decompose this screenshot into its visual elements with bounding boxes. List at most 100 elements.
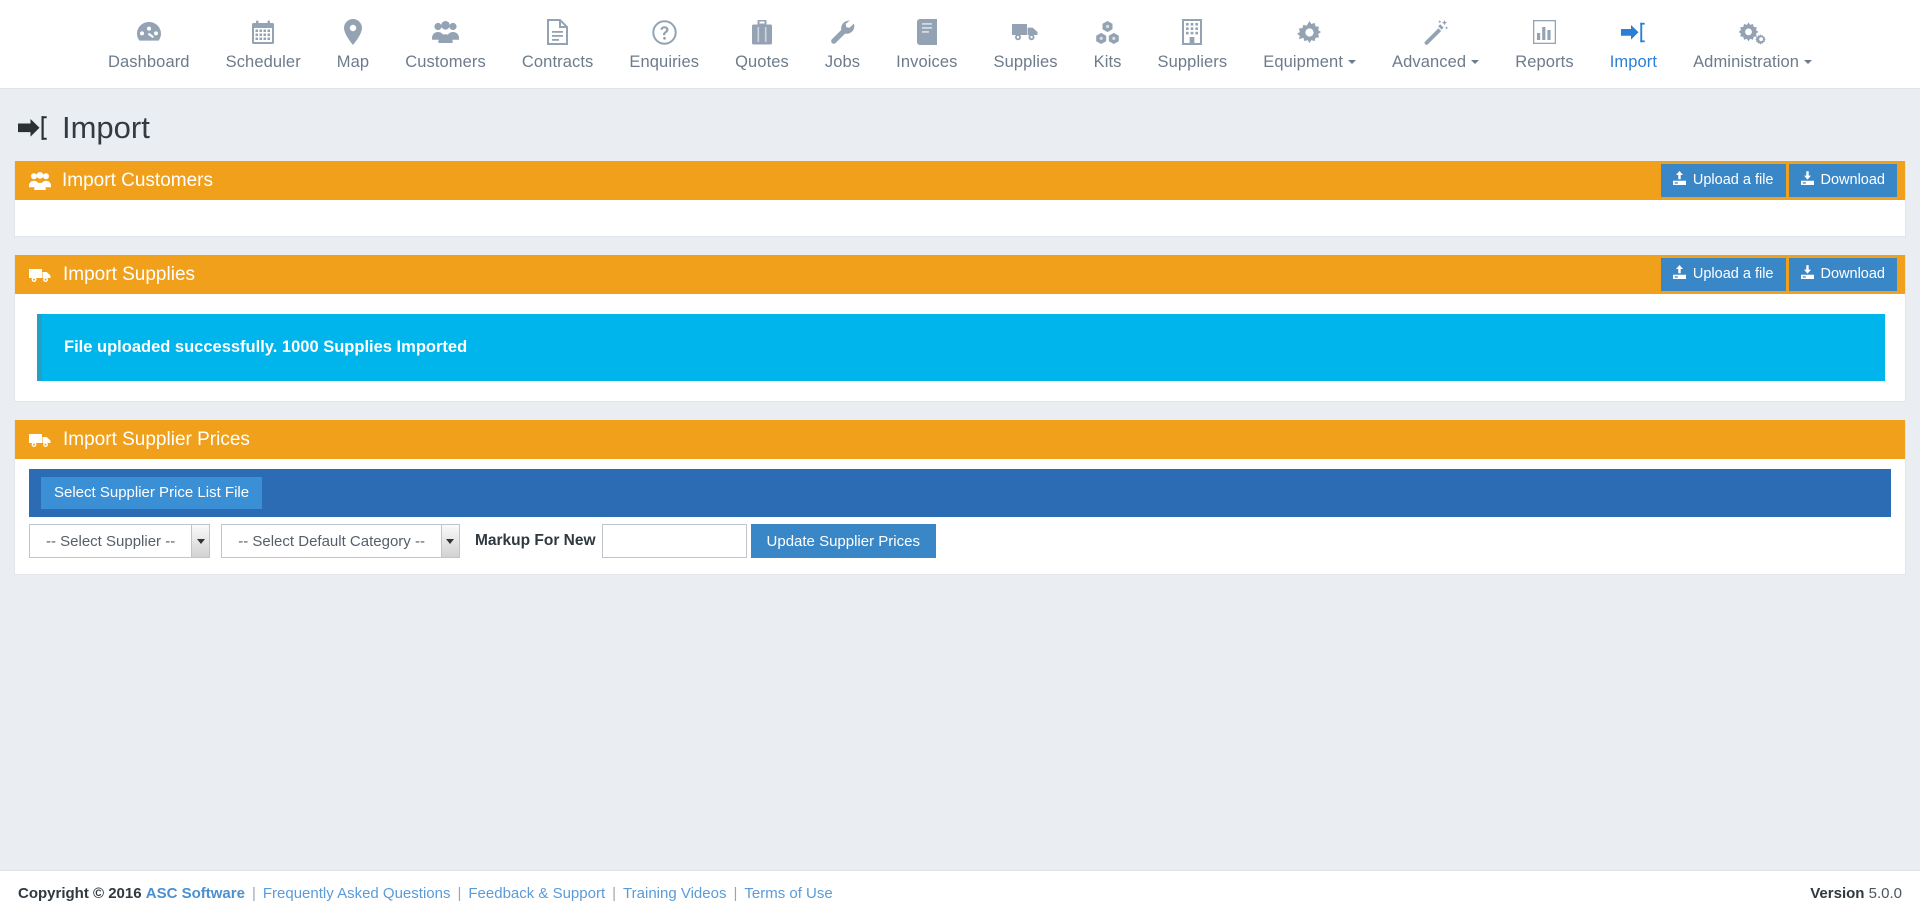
terms-of-use-link[interactable]: Terms of Use [744,885,832,902]
upload-success-alert: File uploaded successfully. 1000 Supplie… [37,314,1885,381]
nav-item-label: Contracts [521,53,594,71]
nav-item-scheduler[interactable]: Scheduler [208,10,319,81]
nav-item-label: Invoices [896,53,958,71]
nav-item-dashboard[interactable]: Dashboard [90,10,208,81]
markup-for-new-label: Markup For New [474,532,596,549]
footer-separator: | [457,885,462,902]
nav-item-quotes[interactable]: Quotes [717,10,807,81]
supplier-select[interactable]: -- Select Supplier -- [29,524,211,558]
nav-item-label: Scheduler [225,53,301,71]
upload-icon [1672,265,1686,283]
users-group-icon [432,18,460,46]
document-icon [547,18,569,46]
panel-body-import-supplies: File uploaded successfully. 1000 Supplie… [15,294,1905,401]
nav-item-suppliers[interactable]: Suppliers [1140,10,1246,81]
page-title: Import [62,110,150,145]
main-navigation-bar: Dashboard Scheduler Map Customers Contracts E… [0,0,1920,89]
chevron-down-icon[interactable] [440,525,459,557]
nav-item-label: Advanced [1392,53,1467,71]
nav-item-jobs[interactable]: Jobs [807,10,878,81]
chevron-down-icon [1471,60,1480,64]
nav-item-label: Quotes [735,53,789,71]
page-content: Import Import Customers Upload a file Do… [0,89,1920,575]
download-button-customers[interactable]: Download [1788,164,1897,197]
supplier-prices-form-row: -- Select Supplier -- -- Select Default … [29,517,1891,558]
panel-actions-import-supplies: Upload a file Download [1660,258,1901,291]
upload-icon [1672,171,1686,189]
chevron-down-icon [1804,60,1813,64]
truck-icon [1012,18,1039,46]
panel-title-text: Import Supplies [63,263,196,285]
nav-item-contracts[interactable]: Contracts [504,10,612,81]
truck-icon [29,432,52,448]
truck-icon [29,267,52,283]
wrench-icon [830,18,855,46]
nav-item-enquiries[interactable]: Enquiries [611,10,717,81]
chevron-down-icon [1348,60,1357,64]
download-label: Download [1820,266,1886,282]
panel-import-supplier-prices: Import Supplier Prices Select Supplier P… [14,420,1906,575]
footer-separator: | [251,885,256,902]
download-button-supplies[interactable]: Download [1788,258,1897,291]
upload-a-file-button-supplies[interactable]: Upload a file [1660,258,1786,291]
feedback-support-link[interactable]: Feedback & Support [468,885,605,902]
nav-item-label: Administration [1693,53,1800,71]
nav-item-import[interactable]: Import [1592,10,1675,81]
cubes-icon [1095,18,1120,46]
nav-item-invoices[interactable]: Invoices [878,10,975,81]
gear-icon [1297,18,1322,46]
nav-item-reports[interactable]: Reports [1497,10,1591,81]
nav-item-supplies[interactable]: Supplies [976,10,1076,81]
dashboard-gauge-icon [136,18,162,46]
select-supplier-price-list-file-button[interactable]: Select Supplier Price List File [41,477,263,509]
download-icon [1800,265,1814,283]
bar-chart-icon [1532,18,1556,46]
markup-for-new-input[interactable] [601,524,747,558]
chevron-down-icon[interactable] [191,525,210,557]
nav-item-label: Suppliers [1157,53,1228,71]
footer-separator: | [733,885,738,902]
page-title-row: Import [14,89,1906,161]
nav-item-label: Customers [405,53,486,71]
nav-item-list: Dashboard Scheduler Map Customers Contracts E… [90,10,1830,81]
supplier-select-value: -- Select Supplier -- [46,532,176,550]
training-videos-link[interactable]: Training Videos [623,885,726,902]
panel-title-group: Import Supplier Prices [29,429,250,451]
footer-links: Copyright © 2016 ASC Software | Frequent… [18,885,833,902]
nav-item-map[interactable]: Map [319,10,387,81]
default-category-select[interactable]: -- Select Default Category -- [221,524,460,558]
nav-item-equipment[interactable]: Equipment [1245,10,1374,81]
nav-item-label: Dashboard [107,53,190,71]
panel-title-text: Import Customers [62,169,213,191]
nav-item-label: Enquiries [629,53,700,71]
download-label: Download [1820,172,1886,188]
briefcase-icon [752,18,772,46]
nav-item-label: Supplies [993,53,1058,71]
users-group-icon [29,171,51,190]
question-circle-icon [652,18,677,46]
upload-a-file-button-customers[interactable]: Upload a file [1660,164,1786,197]
faq-link[interactable]: Frequently Asked Questions [263,885,451,902]
nav-item-administration[interactable]: Administration [1675,10,1830,81]
panel-import-customers: Import Customers Upload a file Download [14,161,1906,237]
page-footer: Copyright © 2016 ASC Software | Frequent… [0,870,1920,916]
copyright-text: Copyright © 2016 [18,885,142,902]
book-icon [916,18,937,46]
magic-wand-icon [1423,18,1449,46]
nav-item-customers[interactable]: Customers [387,10,504,81]
nav-item-label: Kits [1093,53,1122,71]
calendar-icon [251,18,275,46]
panel-title-group: Import Customers [29,170,213,192]
nav-item-kits[interactable]: Kits [1076,10,1140,81]
panel-body-import-customers [15,200,1905,236]
map-pin-icon [344,18,362,46]
footer-separator: | [612,885,617,902]
panel-body-import-supplier-prices: Select Supplier Price List File -- Selec… [15,459,1905,574]
download-icon [1800,171,1814,189]
nav-item-advanced[interactable]: Advanced [1374,10,1497,81]
update-supplier-prices-button[interactable]: Update Supplier Prices [750,524,936,558]
version-info: Version 5.0.0 [1810,885,1902,902]
version-label: Version [1810,885,1865,902]
building-icon [1182,18,1203,46]
asc-software-link[interactable]: ASC Software [146,885,245,902]
